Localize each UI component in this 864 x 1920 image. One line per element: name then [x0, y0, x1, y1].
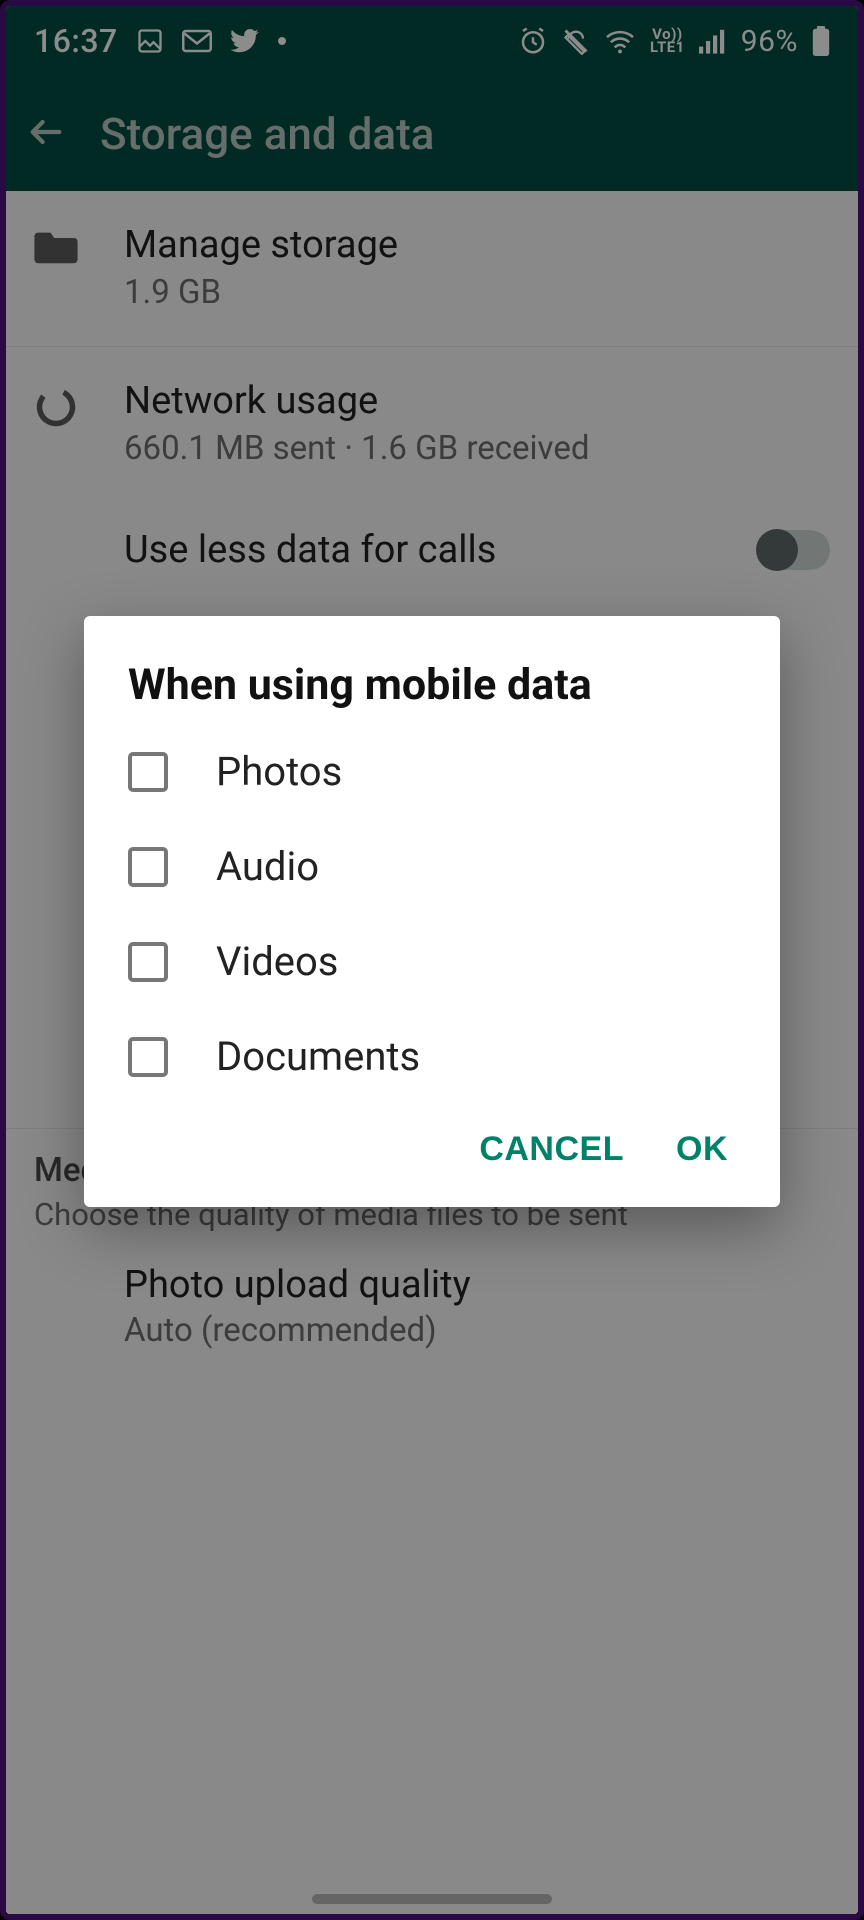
option-audio-label: Audio: [216, 843, 319, 890]
settings-content: Manage storage 1.9 GB Network usage 660.…: [6, 191, 858, 1914]
option-photos[interactable]: Photos: [84, 724, 780, 819]
option-videos[interactable]: Videos: [84, 914, 780, 1009]
cancel-button[interactable]: CANCEL: [479, 1130, 624, 1169]
checkbox-audio[interactable]: [128, 847, 168, 887]
ok-button[interactable]: OK: [676, 1130, 728, 1169]
option-videos-label: Videos: [216, 938, 338, 985]
dialog-title: When using mobile data: [84, 660, 780, 724]
mobile-data-dialog: When using mobile data Photos Audio Vide…: [84, 616, 780, 1207]
checkbox-photos[interactable]: [128, 752, 168, 792]
option-documents-label: Documents: [216, 1033, 420, 1080]
option-photos-label: Photos: [216, 748, 342, 795]
option-documents[interactable]: Documents: [84, 1009, 780, 1104]
option-audio[interactable]: Audio: [84, 819, 780, 914]
checkbox-documents[interactable]: [128, 1037, 168, 1077]
checkbox-videos[interactable]: [128, 942, 168, 982]
phone-frame: 16:37 Vo))LTE1: [0, 0, 864, 1920]
